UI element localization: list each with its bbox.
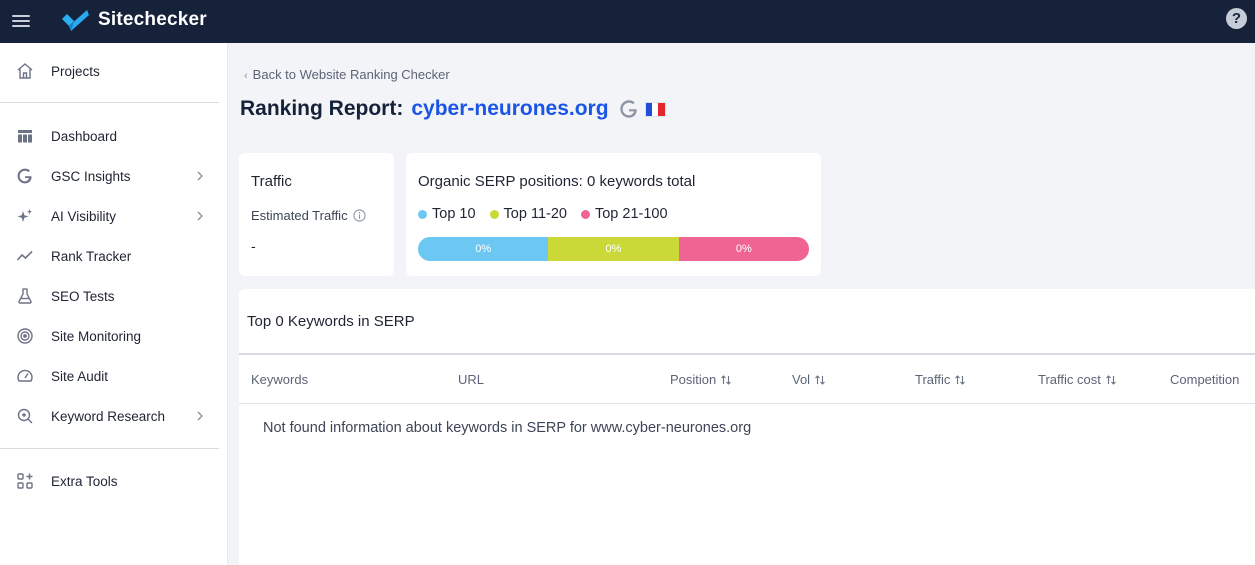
radar-icon (16, 327, 34, 345)
column-label: Traffic cost (1038, 372, 1101, 387)
legend-label: Top 21-100 (594, 206, 668, 222)
column-label: URL (458, 372, 485, 387)
sort-icon (721, 374, 732, 385)
sidebar-item-label: Dashboard (51, 128, 118, 144)
column-label: Position (670, 372, 717, 387)
legend-item-top-21-100: Top 21-100 (580, 206, 668, 222)
sidebar-item-seo-tests[interactable]: SEO Tests (0, 278, 219, 314)
bar-segment-top-11-20: 0% (548, 237, 679, 261)
sidebar-item-projects[interactable]: Projects (0, 53, 219, 89)
back-link-label: Back to Website Ranking Checker (252, 67, 450, 82)
sidebar-item-label: Rank Tracker (51, 248, 132, 264)
sidebar-item-site-monitoring[interactable]: Site Monitoring (0, 318, 219, 354)
traffic-card: Traffic Estimated Traffic - (239, 153, 394, 276)
bar-segment-top-10: 0% (418, 237, 549, 261)
estimated-traffic-text: Estimated Traffic (251, 208, 348, 223)
page-title: Ranking Report: cyber-neurones.org (240, 97, 666, 121)
table-title: Top 0 Keywords in SERP (247, 313, 415, 330)
legend-label: Top 10 (432, 206, 476, 222)
serp-legend: Top 10 Top 11-20 Top 21-100 (418, 206, 668, 222)
column-label: Keywords (251, 372, 309, 387)
domain-link[interactable]: cyber-neurones.org (411, 97, 608, 121)
column-label: Competition (1170, 372, 1240, 387)
keyword-search-icon (16, 407, 34, 425)
google-icon (16, 167, 34, 185)
sidebar-item-label: GSC Insights (51, 168, 131, 184)
column-header-vol[interactable]: Vol (792, 372, 826, 387)
dashboard-icon (16, 127, 34, 145)
estimated-traffic-label: Estimated Traffic (251, 208, 366, 223)
brand-logo[interactable]: Sitechecker (60, 7, 207, 33)
legend-dot (580, 209, 590, 219)
sidebar-item-keyword-research[interactable]: Keyword Research (0, 398, 219, 434)
sidebar-divider (0, 448, 219, 449)
chevron-right-icon (197, 411, 203, 421)
back-link[interactable]: ‹ Back to Website Ranking Checker (244, 67, 450, 82)
legend-item-top-11-20: Top 11-20 (489, 206, 567, 222)
chevron-right-icon (197, 211, 203, 221)
france-flag-icon (644, 101, 666, 117)
column-header-traffic[interactable]: Traffic (915, 372, 966, 387)
flask-icon (16, 287, 34, 305)
sidebar-item-rank-tracker[interactable]: Rank Tracker (0, 238, 219, 274)
page-title-prefix: Ranking Report: (240, 97, 404, 120)
sort-icon (955, 374, 966, 385)
column-header-competition[interactable]: Competition (1170, 372, 1239, 387)
legend-dot (418, 209, 427, 219)
sidebar-item-gsc-insights[interactable]: GSC Insights (0, 158, 219, 194)
column-header-traffic-cost[interactable]: Traffic cost (1038, 372, 1117, 387)
checkmark-logo-icon (62, 10, 89, 31)
google-search-engine-icon (619, 100, 637, 118)
serp-card-title: Organic SERP positions: 0 keywords total (418, 173, 696, 190)
sidebar-item-label: Extra Tools (51, 473, 118, 489)
sort-icon (815, 374, 825, 385)
empty-state-message: Not found information about keywords in … (263, 420, 752, 436)
chevron-left-icon: ‹ (244, 70, 248, 82)
chevron-right-icon (197, 171, 203, 181)
sidebar-item-extra-tools[interactable]: Extra Tools (0, 463, 219, 499)
column-header-position[interactable]: Position (670, 372, 732, 387)
legend-item-top-10: Top 10 (418, 206, 476, 222)
column-header-url: URL (458, 372, 484, 387)
estimated-traffic-value: - (251, 238, 256, 254)
brand-name: Sitechecker (98, 9, 207, 30)
sparkle-icon (16, 207, 34, 225)
legend-label: Top 11-20 (503, 206, 567, 222)
traffic-card-title: Traffic (251, 173, 292, 190)
sidebar-item-site-audit[interactable]: Site Audit (0, 358, 219, 394)
sidebar-item-label: Site Monitoring (51, 328, 142, 344)
table-header: Keywords URL Position Vol Traffic Traffi… (239, 353, 1255, 404)
sidebar-item-label: SEO Tests (51, 288, 115, 304)
info-icon[interactable] (352, 209, 366, 222)
bar-segment-top-21-100: 0% (678, 237, 809, 261)
home-icon (16, 62, 34, 80)
top-bar: Sitechecker ? (0, 0, 1255, 43)
sidebar-item-ai-visibility[interactable]: AI Visibility (0, 198, 219, 234)
apps-plus-icon (16, 472, 34, 490)
menu-icon[interactable] (12, 12, 30, 30)
sidebar-item-label: Keyword Research (51, 408, 166, 424)
sidebar-item-label: AI Visibility (51, 208, 117, 224)
serp-distribution-bar: 0% 0% 0% (418, 237, 809, 261)
serp-positions-card: Organic SERP positions: 0 keywords total… (406, 153, 821, 276)
gauge-icon (16, 367, 34, 385)
help-icon[interactable]: ? (1226, 8, 1247, 29)
legend-dot (489, 209, 499, 219)
sidebar-item-label: Site Audit (51, 368, 109, 384)
sidebar-item-dashboard[interactable]: Dashboard (0, 118, 219, 154)
keywords-table-card: Top 0 Keywords in SERP Keywords URL Posi… (239, 289, 1255, 565)
column-label: Vol (792, 372, 811, 387)
sidebar-divider (0, 102, 219, 103)
trend-icon (16, 247, 34, 265)
sidebar: Projects Dashboard GSC Insights AI Visib… (0, 43, 228, 565)
column-header-keywords: Keywords (251, 372, 308, 387)
sort-icon (1105, 374, 1116, 385)
sidebar-item-label: Projects (51, 63, 100, 79)
column-label: Traffic (915, 372, 951, 387)
